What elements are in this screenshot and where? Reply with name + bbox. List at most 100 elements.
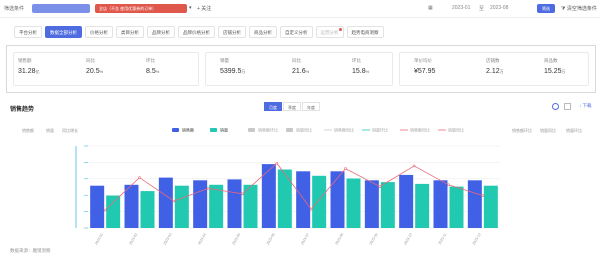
toggle-year[interactable]: 年度: [302, 102, 320, 111]
kpi-label: 商品数: [544, 58, 558, 63]
bar-volume: [415, 183, 430, 228]
toggle-quarter[interactable]: 季度: [283, 102, 301, 111]
legend-label: 销量同比: [296, 127, 312, 133]
kpi-label: 同比: [86, 58, 95, 63]
legend-label: 销售额环比: [258, 127, 278, 133]
kpi-sales: 销售额 31.28亿: [18, 58, 40, 75]
x-tick-label: 2023-09: [369, 232, 379, 245]
kpi-value: 2.12万: [486, 68, 504, 75]
right-axis-name: 销量同比: [540, 128, 556, 133]
legend-label: 销售额同比: [410, 127, 430, 133]
tab-2[interactable]: 价格分析: [85, 26, 113, 38]
calendar-icon: ▦: [428, 5, 433, 11]
line-point: [344, 167, 347, 170]
kpi-label: 同比: [292, 58, 301, 63]
x-tick-label: 2023-04: [197, 232, 207, 245]
bar-volume: [277, 169, 292, 228]
chevron-down-icon[interactable]: ▾: [189, 5, 192, 11]
bar-sales: [433, 180, 448, 228]
kpi-sales-yoy: 同比 20.5%: [86, 58, 103, 75]
kpi-label: 环比: [352, 58, 361, 63]
line-point: [447, 183, 450, 187]
filter-bar: 筛选条件 全店（不含 使用优惠券的订单） ▾ + 关注 ▦ 2023-01 至 …: [0, 0, 600, 18]
legend-swatch: [172, 128, 179, 132]
x-tick-label: 2023-06: [266, 232, 276, 245]
tab-8[interactable]: 自定义分析: [280, 26, 313, 38]
tab-4[interactable]: 品牌分析: [147, 26, 175, 38]
tab-10[interactable]: 趋势电商洞察: [346, 26, 384, 38]
bar-sales: [227, 179, 242, 228]
line-point: [309, 207, 313, 211]
legend-label: 销售额: [182, 127, 194, 133]
legend-label: 销量环比: [372, 127, 388, 133]
legend-swatch: [210, 128, 217, 132]
x-tick-label: 2023-08: [334, 232, 344, 245]
legend-swatch: [248, 128, 255, 132]
clear-filter-label: 清空筛选条件: [566, 6, 597, 12]
notification-dot: [338, 28, 342, 31]
bar-volume: [174, 185, 189, 228]
bar-volume: [140, 191, 155, 228]
bar-sales: [330, 171, 345, 228]
filter-label: 筛选条件: [4, 6, 25, 12]
analysis-tabs: 平台分析 数据全部分析 价格分析 类目分析 品牌分析 品牌价格分析 店铺分析 商品分析 自定义分…: [14, 26, 384, 38]
kpi-value: 15.8%: [352, 68, 370, 75]
clear-filter-button[interactable]: ⧩ 清空筛选条件: [561, 5, 597, 12]
bar-sales: [399, 174, 414, 228]
kpi-value: 31.28亿: [18, 68, 40, 75]
tab-0[interactable]: 平台分析: [14, 26, 42, 38]
kpi-sales-mom: 环比 8.5%: [146, 58, 159, 75]
tab-7[interactable]: 商品分析: [249, 26, 277, 38]
kpi-group-sales: 销售额 31.28亿 同比 20.5% 环比 8.5%: [13, 52, 199, 86]
tab-9[interactable]: 运营分析: [315, 26, 344, 38]
bar-sales: [261, 164, 276, 228]
kpi-volume-yoy: 同比 21.6%: [292, 58, 309, 75]
line-sales-yoy: [104, 162, 483, 211]
tab-5[interactable]: 品牌价格分析: [178, 26, 215, 38]
tab-6[interactable]: 店铺分析: [218, 26, 246, 38]
kpi-value: 21.6%: [292, 68, 310, 75]
kpi-label: 单价均价: [414, 58, 432, 63]
x-tick-label: 2023-07: [300, 232, 310, 245]
kpi-label: 环比: [146, 58, 155, 63]
kpi-value: 20.5%: [86, 68, 104, 75]
filter-select[interactable]: [32, 4, 90, 13]
kpi-label: 店铺数: [486, 58, 500, 63]
bar-volume: [209, 184, 224, 228]
download-button[interactable]: ↓ 下载: [579, 103, 592, 109]
bar-sales: [90, 185, 105, 228]
kpi-label: 销量: [220, 58, 229, 63]
bar-volume: [483, 185, 498, 228]
pie-chart-icon[interactable]: [552, 103, 559, 110]
kpi-group-volume: 销量 5399.5万 同比 21.6% 环比 15.8%: [205, 52, 393, 86]
kpi-value: ¥57.95: [414, 68, 436, 75]
bar-volume: [449, 186, 464, 228]
query-button[interactable]: 筛选: [537, 4, 555, 13]
x-tick-label: 2023-12: [472, 232, 482, 245]
kpi-item-count: 商品数 15.25万: [544, 58, 566, 75]
kpi-avg-price: 单价均价 ¥57.95: [414, 58, 435, 75]
bar-sales: [158, 177, 173, 228]
follow-button[interactable]: + 关注: [197, 5, 211, 12]
kpi-value: 15.25万: [544, 68, 566, 75]
legend-label: 销售额同比: [334, 127, 354, 133]
bar-volume: [346, 178, 361, 228]
filter-tag[interactable]: 全店（不含 使用优惠券的订单）: [95, 4, 187, 13]
right-axis-name: 销售额环比: [512, 128, 532, 133]
kpi-group-other: 单价均价 ¥57.95 店铺数 2.12万 商品数 15.25万: [399, 52, 589, 86]
toggle-month[interactable]: 月度: [264, 102, 282, 111]
filter-icon: ⧩: [561, 6, 566, 12]
line-point: [241, 192, 244, 196]
line-point: [172, 199, 176, 203]
date-end-input[interactable]: 2023-08: [490, 5, 508, 11]
line-point: [103, 208, 107, 212]
bar-sales: [467, 180, 482, 228]
date-start-input[interactable]: 2023-01: [452, 5, 470, 11]
tab-3[interactable]: 类目分析: [116, 26, 144, 38]
table-view-icon[interactable]: [564, 103, 571, 110]
kpi-label: 销售额: [18, 58, 32, 63]
bar-sales: [364, 180, 379, 228]
tab-1[interactable]: 数据全部分析: [45, 26, 82, 38]
kpi-volume: 销量 5399.5万: [220, 58, 245, 75]
line-point: [378, 185, 382, 188]
